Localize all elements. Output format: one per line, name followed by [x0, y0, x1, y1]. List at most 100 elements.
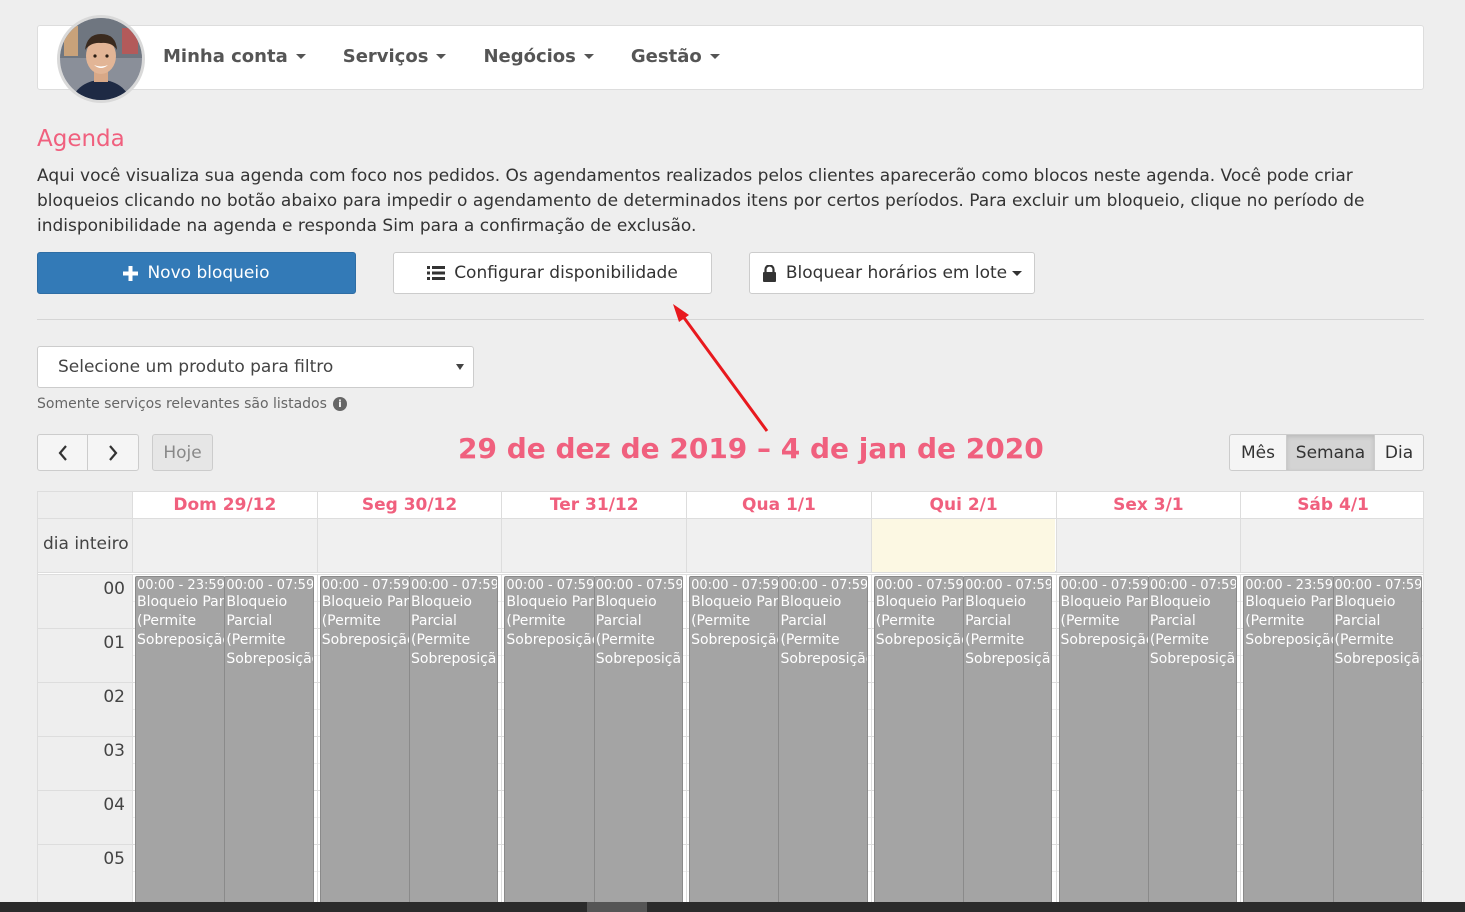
day-header[interactable]: Ter 31/12 [501, 492, 686, 518]
hour-label: 00 [103, 579, 125, 599]
calendar-axis-header [38, 492, 132, 518]
chevron-right-icon [109, 444, 118, 461]
event-title-line: Parcial [780, 613, 827, 629]
event-title-line: Sobreposição [965, 651, 1053, 667]
calendar-event[interactable]: 00:00 - 23:59Bloqueio Parcial (Permite Sob… [135, 576, 226, 911]
calendar-event[interactable]: 00:00 - 23:59Bloqueio Parcial (Permite Sob… [1243, 576, 1334, 911]
caret-down-icon [436, 54, 447, 59]
new-block-button[interactable]: Novo bloqueio [37, 252, 356, 294]
allday-cell[interactable] [132, 519, 317, 572]
day-header[interactable]: Sáb 4/1 [1240, 492, 1423, 518]
annotation-arrow [673, 304, 769, 432]
event-time: 00:00 - 07:59 [226, 578, 314, 593]
view-week-button[interactable]: Semana [1286, 434, 1375, 471]
nav-minha-conta[interactable]: Minha conta [163, 46, 306, 67]
batch-block-button[interactable]: Bloquear horários em lote [749, 252, 1035, 294]
event-title-line: Sobreposição [780, 651, 868, 667]
filter-help: Somente serviços relevantes são listados… [37, 396, 347, 412]
event-title-line: Bloqueio Parcial [137, 594, 225, 610]
user-avatar[interactable] [57, 15, 145, 103]
hour-label: 01 [103, 633, 125, 653]
configure-availability-button[interactable]: Configurar disponibilidade [393, 252, 712, 294]
event-time: 00:00 - 07:59 [875, 578, 964, 593]
caret-down-icon [295, 54, 306, 59]
calendar-event[interactable]: 00:00 - 07:59 Bloqueio Parcial (Permite Sobr… [1332, 576, 1422, 911]
select-arrow-icon [456, 364, 464, 370]
event-title-line: (Permite [595, 632, 655, 648]
calendar-event[interactable]: 00:00 - 07:59Bloqueio Parcial (Permite Sob… [504, 576, 595, 911]
horizontal-scrollbar[interactable] [0, 902, 1465, 912]
event-time: 00:00 - 07:59 [1334, 578, 1422, 593]
event-title-line: Sobreposição [506, 632, 595, 648]
event-title-line: (Permite [1334, 632, 1394, 648]
event-time: 00:00 - 07:59 [780, 578, 868, 593]
calendar-event[interactable]: 00:00 - 07:59 Bloqueio Parcial (Permite Sobr… [593, 576, 684, 911]
product-filter-select[interactable]: Selecione um produto para filtro [37, 346, 474, 388]
hour-line [38, 574, 1423, 575]
view-day-button[interactable]: Dia [1374, 434, 1424, 471]
event-title-line: Bloqueio [595, 594, 657, 610]
info-icon[interactable]: i [332, 397, 347, 411]
scrollbar-thumb[interactable] [587, 902, 647, 912]
event-time: 00:00 - 23:59 [137, 578, 225, 593]
day-header[interactable]: Seg 30/12 [316, 492, 502, 518]
event-title-line: Bloqueio [965, 594, 1027, 610]
caret-down-icon [583, 54, 594, 59]
event-time: 00:00 - 07:59 [321, 578, 410, 593]
prev-week-button[interactable] [37, 434, 88, 471]
event-title-line: Sobreposição [595, 651, 684, 667]
calendar-event[interactable]: 00:00 - 07:59 Bloqueio Parcial (Permite Sobr… [778, 576, 868, 911]
calendar-event[interactable]: 00:00 - 07:59Bloqueio Parcial (Permite Sob… [873, 576, 965, 911]
event-title-line: (Permite [1149, 632, 1210, 648]
calendar-event[interactable]: 00:00 - 07:59 Bloqueio Parcial (Permite Sobr… [409, 576, 499, 911]
day-header[interactable]: Qua 1/1 [686, 492, 871, 518]
allday-cell[interactable] [686, 519, 871, 572]
event-time: 00:00 - 07:59 [506, 578, 595, 593]
event-title-line: Sobreposição [137, 632, 226, 648]
day-column-border [316, 574, 318, 911]
lock-icon [762, 264, 777, 282]
calendar-event[interactable]: 00:00 - 07:59 Bloqueio Parcial (Permite Sobr… [1147, 576, 1238, 911]
nav-label: Negócios [483, 46, 576, 67]
next-week-button[interactable] [87, 434, 139, 471]
nav-gestao[interactable]: Gestão [631, 46, 720, 67]
allday-cell[interactable] [501, 519, 687, 572]
day-header[interactable]: Dom 29/12 [132, 492, 317, 518]
event-title-line: (Permite [321, 613, 381, 629]
event-title-line: Parcial [965, 613, 1012, 629]
allday-label: dia inteiro [43, 534, 129, 554]
event-title-line: (Permite [965, 632, 1025, 648]
calendar-event[interactable]: 00:00 - 07:59Bloqueio Parcial (Permite Sob… [319, 576, 411, 911]
event-title-line: Sobreposição [411, 651, 499, 667]
day-header[interactable]: Sex 3/1 [1055, 492, 1241, 518]
event-title-line: (Permite [780, 632, 840, 648]
calendar-grid: dia inteiro 00 01 02 03 04 05 Dom 29/12 00:00 -… [37, 491, 1424, 912]
filter-help-text: Somente serviços relevantes são listados [37, 396, 327, 412]
allday-cell[interactable] [870, 519, 1056, 572]
day-column-border [686, 574, 688, 911]
nav-negocios[interactable]: Negócios [483, 46, 594, 67]
event-title-line: (Permite [1245, 613, 1305, 629]
event-title-line: Parcial [1149, 613, 1196, 629]
allday-cell[interactable] [316, 519, 502, 572]
event-title-line: Bloqueio Parcial [506, 594, 594, 610]
day-column-border [1055, 574, 1057, 911]
allday-cell[interactable] [1055, 519, 1241, 572]
nav-servicos[interactable]: Serviços [343, 46, 447, 67]
day-header[interactable]: Qui 2/1 [870, 492, 1056, 518]
main-nav: Minha conta Serviços Negócios Gestão [163, 46, 757, 67]
allday-cell[interactable] [1240, 519, 1423, 572]
event-title-line: Sobreposição [1245, 632, 1334, 648]
event-title-line: Bloqueio [780, 594, 842, 610]
event-title-line: Bloqueio Parcial [1245, 594, 1333, 610]
calendar-event[interactable]: 00:00 - 07:59 Bloqueio Parcial (Permite Sobr… [224, 576, 314, 911]
event-title-line: Bloqueio Parcial [875, 594, 963, 610]
view-month-button[interactable]: Mês [1229, 434, 1287, 471]
plus-icon [123, 265, 139, 281]
list-icon [427, 266, 446, 280]
today-button[interactable]: Hoje [152, 434, 213, 471]
calendar-event[interactable]: 00:00 - 07:59Bloqueio Parcial (Permite Sob… [689, 576, 780, 911]
calendar-event[interactable]: 00:00 - 07:59 Bloqueio Parcial (Permite Sobr… [963, 576, 1053, 911]
calendar-event[interactable]: 00:00 - 07:59Bloqueio Parcial (Permite Sob… [1058, 576, 1149, 911]
event-time: 00:00 - 07:59 [1149, 578, 1238, 593]
